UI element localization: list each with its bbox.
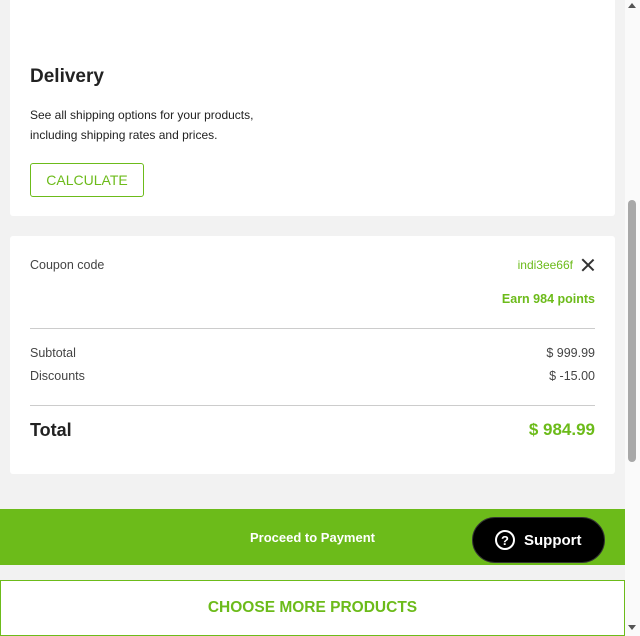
close-icon[interactable] — [581, 258, 595, 272]
discounts-row: Discounts $ -15.00 — [30, 368, 595, 384]
divider — [30, 328, 595, 329]
subtotal-label: Subtotal — [30, 346, 76, 360]
choose-more-products-button[interactable]: CHOOSE MORE PRODUCTS — [0, 580, 625, 636]
delivery-title: Delivery — [30, 66, 104, 87]
discounts-value: $ -15.00 — [549, 369, 595, 383]
total-label: Total — [30, 419, 72, 440]
scrollbar-thumb[interactable] — [628, 200, 636, 462]
coupon-code-value: indi3ee66f — [517, 258, 573, 272]
total-row: Total $ 984.99 — [30, 419, 595, 441]
calculate-button[interactable]: CALCULATE — [30, 163, 144, 197]
coupon-label: Coupon code — [30, 258, 105, 272]
coupon-applied: indi3ee66f — [518, 258, 595, 272]
order-summary-card: Coupon code indi3ee66f Earn 984 points S… — [10, 236, 615, 474]
divider — [30, 405, 595, 406]
total-value: $ 984.99 — [528, 420, 595, 439]
delivery-description: See all shipping options for your produc… — [30, 108, 254, 142]
help-circle-icon: ? — [495, 530, 515, 550]
coupon-row: Coupon code indi3ee66f — [30, 256, 595, 274]
subtotal-value: $ 999.99 — [546, 346, 595, 360]
earn-points-text: Earn 984 points — [502, 292, 595, 306]
points-value: 984 — [533, 292, 555, 306]
discounts-label: Discounts — [30, 369, 85, 383]
support-label: Support — [524, 531, 582, 549]
support-button[interactable]: ? Support — [472, 517, 605, 563]
proceed-label: Proceed to Payment — [250, 529, 375, 545]
subtotal-row: Subtotal $ 999.99 — [30, 345, 595, 361]
delivery-card: Delivery See all shipping options for yo… — [10, 0, 615, 216]
scroll-up-arrow-icon[interactable] — [628, 3, 636, 8]
vertical-scrollbar[interactable] — [625, 0, 640, 636]
scroll-down-arrow-icon[interactable] — [628, 625, 636, 630]
points-suffix: points — [554, 292, 596, 306]
points-prefix: Earn — [501, 292, 534, 306]
